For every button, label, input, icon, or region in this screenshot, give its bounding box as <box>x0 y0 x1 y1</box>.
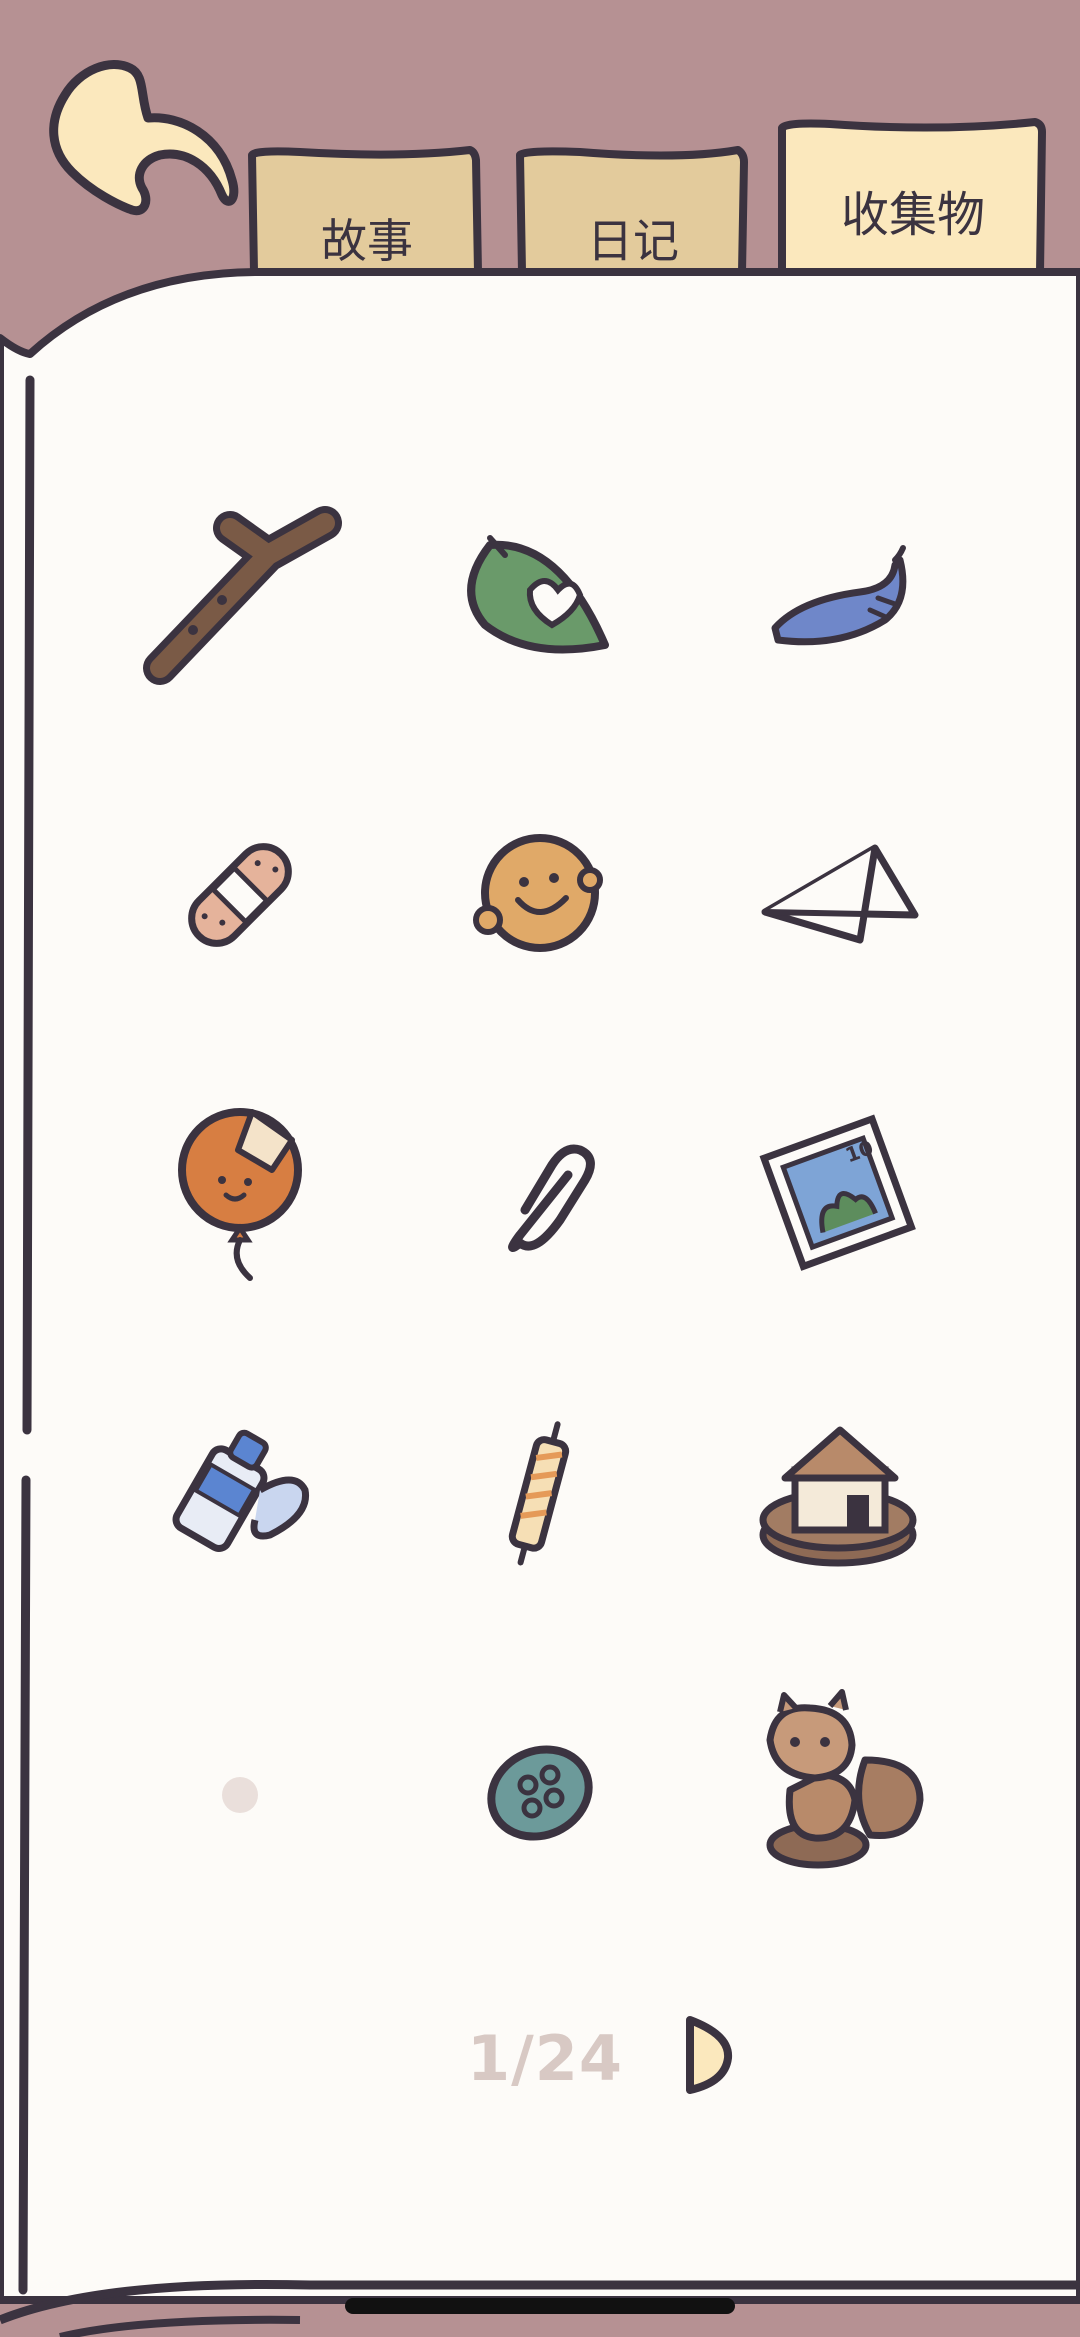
page-indicator: 1/24 <box>466 2022 624 2095</box>
empty-slot-dot-icon <box>222 1777 258 1813</box>
tab-collectibles-label: 收集物 <box>840 187 985 243</box>
home-indicator <box>345 2298 735 2314</box>
journal-screen: 10 <box>0 0 1080 2337</box>
tab-diary-label: 日记 <box>587 214 679 268</box>
tab-stories-label: 故事 <box>321 214 413 268</box>
